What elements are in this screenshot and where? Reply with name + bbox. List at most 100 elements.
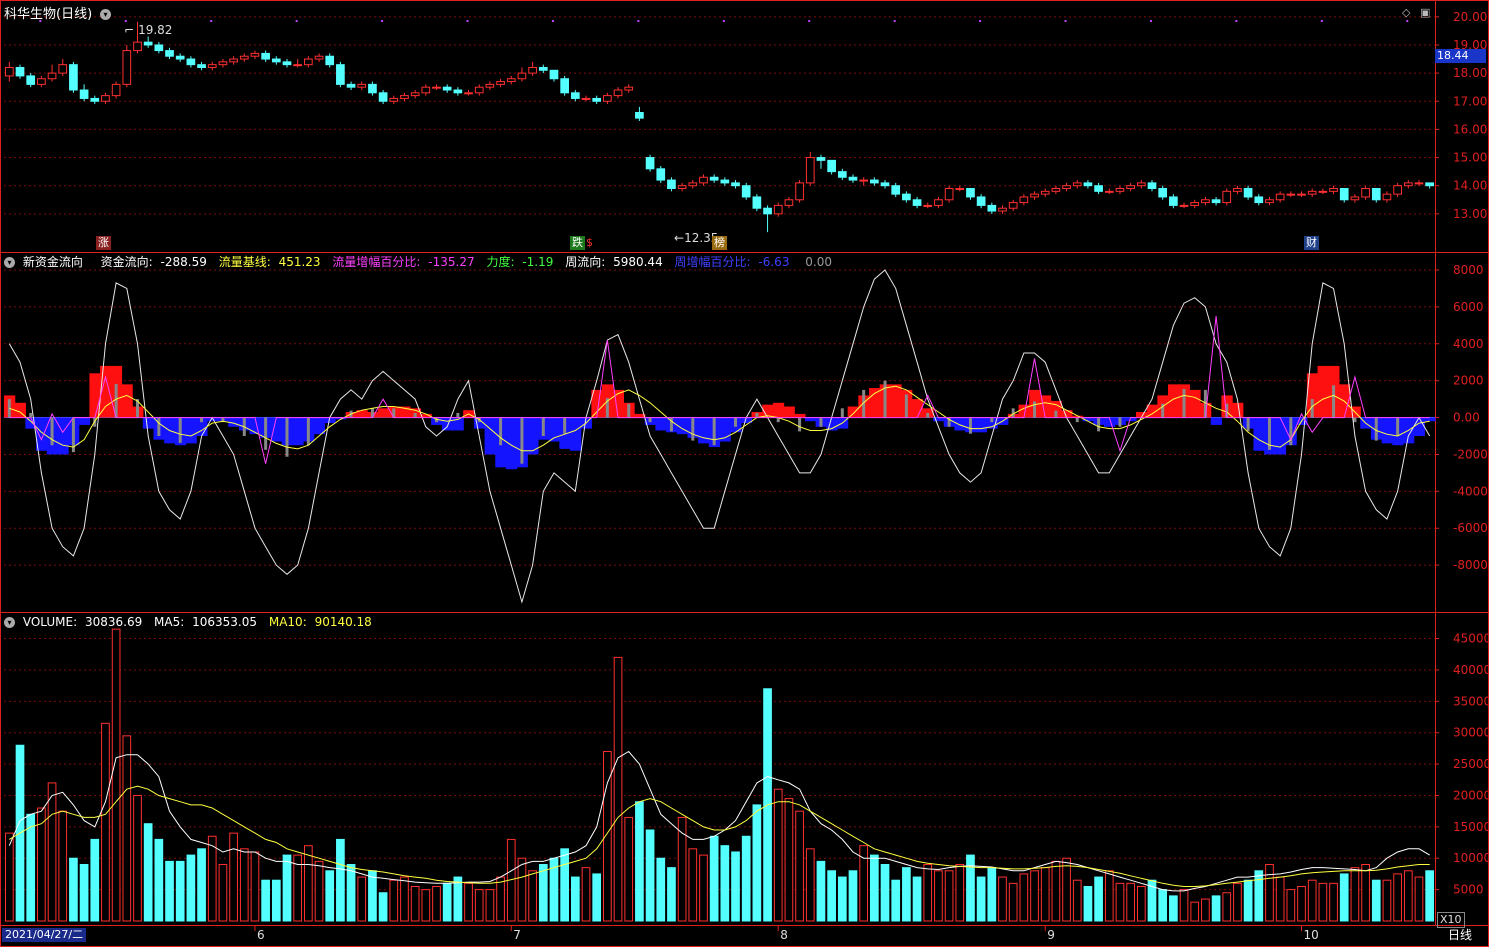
volume-bar <box>271 879 281 922</box>
candle <box>891 182 901 197</box>
candle-body <box>1008 202 1018 209</box>
candle <box>1222 188 1232 206</box>
week-flow-bar <box>1232 402 1244 418</box>
week-flow-bar <box>847 406 859 418</box>
candle <box>944 185 954 203</box>
chart-canvas[interactable]: 13.0014.0015.0016.0017.0018.0019.0020.00… <box>0 0 1489 947</box>
week-flow-bar <box>1189 389 1201 418</box>
candle <box>1403 180 1413 189</box>
candle-body <box>325 55 335 66</box>
strength-bar <box>840 408 844 418</box>
collapse-icon[interactable]: ▾ <box>4 617 15 628</box>
collapse-icon[interactable]: ▾ <box>4 257 15 268</box>
candle <box>154 42 164 54</box>
price-tick-label: 20.00 <box>1453 10 1487 24</box>
candle-body <box>1318 190 1328 193</box>
candle <box>902 191 911 203</box>
candle-body <box>1371 188 1381 201</box>
candle-body <box>111 83 121 97</box>
volume-bar <box>314 860 324 922</box>
candle <box>848 174 858 183</box>
candle-body <box>538 66 548 71</box>
candle <box>26 73 36 88</box>
expand-icon[interactable]: ▣ <box>1420 6 1430 19</box>
collapse-icon[interactable]: ▾ <box>99 9 111 20</box>
notice-dot <box>381 20 384 22</box>
event-marker-finance[interactable]: 财 <box>1304 236 1319 250</box>
strength-bar <box>50 417 54 446</box>
candle <box>389 95 399 105</box>
week-flow-bar <box>783 406 795 418</box>
volume-bar <box>1158 889 1168 922</box>
candle-body <box>453 89 463 94</box>
flow-indicator-5: 周增幅百分比: -6.63 <box>674 255 790 269</box>
volume-bar <box>325 870 335 922</box>
volume-bar <box>1072 879 1082 922</box>
week-flow-bar <box>1317 365 1329 418</box>
candle-body <box>485 83 495 88</box>
start-date-label[interactable]: 2021/04/27/二 <box>2 928 87 942</box>
candle <box>325 53 335 68</box>
candle <box>261 50 270 62</box>
candle-body <box>773 204 783 215</box>
candle-body <box>677 185 687 190</box>
candle <box>1115 185 1125 195</box>
diamond-icon[interactable]: ◇ <box>1402 6 1410 19</box>
volume-bar <box>528 870 537 922</box>
candle <box>506 75 516 85</box>
volume-bar <box>304 845 313 922</box>
period-label[interactable]: 日线 <box>1448 928 1472 942</box>
volume-bar <box>432 885 441 922</box>
candle-body <box>603 95 612 102</box>
candle <box>37 75 46 88</box>
candle-body <box>1243 188 1253 198</box>
stock-chart-window: 13.00 14.00 15.00 16.00 17.00 18.00 19.00 20.00… <box>0 0 1489 947</box>
candle <box>1307 188 1317 197</box>
candle <box>603 92 612 105</box>
volume-bar <box>1403 870 1413 922</box>
month-label: 7 <box>513 928 521 942</box>
volume-bar <box>1179 889 1189 922</box>
event-marker-fall[interactable]: 跌 <box>570 236 585 250</box>
volume-bar <box>1307 879 1317 922</box>
candle <box>570 90 580 102</box>
event-marker-list[interactable]: 榜 <box>712 236 727 250</box>
candle-body <box>795 182 804 201</box>
event-marker-dollar[interactable]: $ <box>584 236 595 250</box>
candle <box>1030 191 1039 200</box>
volume-bar <box>987 867 997 922</box>
candle-body <box>752 196 762 209</box>
candle-body <box>1211 199 1221 204</box>
candle-body <box>432 86 441 89</box>
candle <box>1414 180 1424 186</box>
candle-body <box>667 179 676 190</box>
notice-dot <box>1235 20 1238 22</box>
volume-bar <box>1040 867 1050 922</box>
flow-indicator-1: 流量基线: 451.23 <box>218 255 321 269</box>
strength-bar <box>29 412 33 418</box>
candle-body <box>1158 188 1168 198</box>
candle-body <box>26 75 36 85</box>
volume-bar <box>966 854 975 922</box>
candle-body <box>1297 193 1306 196</box>
candle <box>645 154 655 172</box>
volume-bar <box>1019 873 1029 922</box>
candle <box>763 205 772 233</box>
volume-bar <box>1083 885 1093 922</box>
candle <box>453 87 463 96</box>
candle <box>1339 188 1349 203</box>
volume-bar <box>250 851 260 922</box>
volume-bar <box>848 870 858 922</box>
candle <box>592 95 602 105</box>
candle-body <box>143 41 153 46</box>
candle <box>207 61 217 71</box>
event-marker-rise[interactable]: 涨 <box>96 236 111 250</box>
volume-bar <box>1286 889 1296 922</box>
volume-bar <box>998 876 1007 922</box>
candle <box>1265 196 1274 206</box>
candle <box>934 196 943 209</box>
candle-body <box>421 86 431 94</box>
candle <box>1126 182 1135 192</box>
price-tick-label: 14.00 <box>1453 179 1487 193</box>
candle-body <box>816 157 826 161</box>
